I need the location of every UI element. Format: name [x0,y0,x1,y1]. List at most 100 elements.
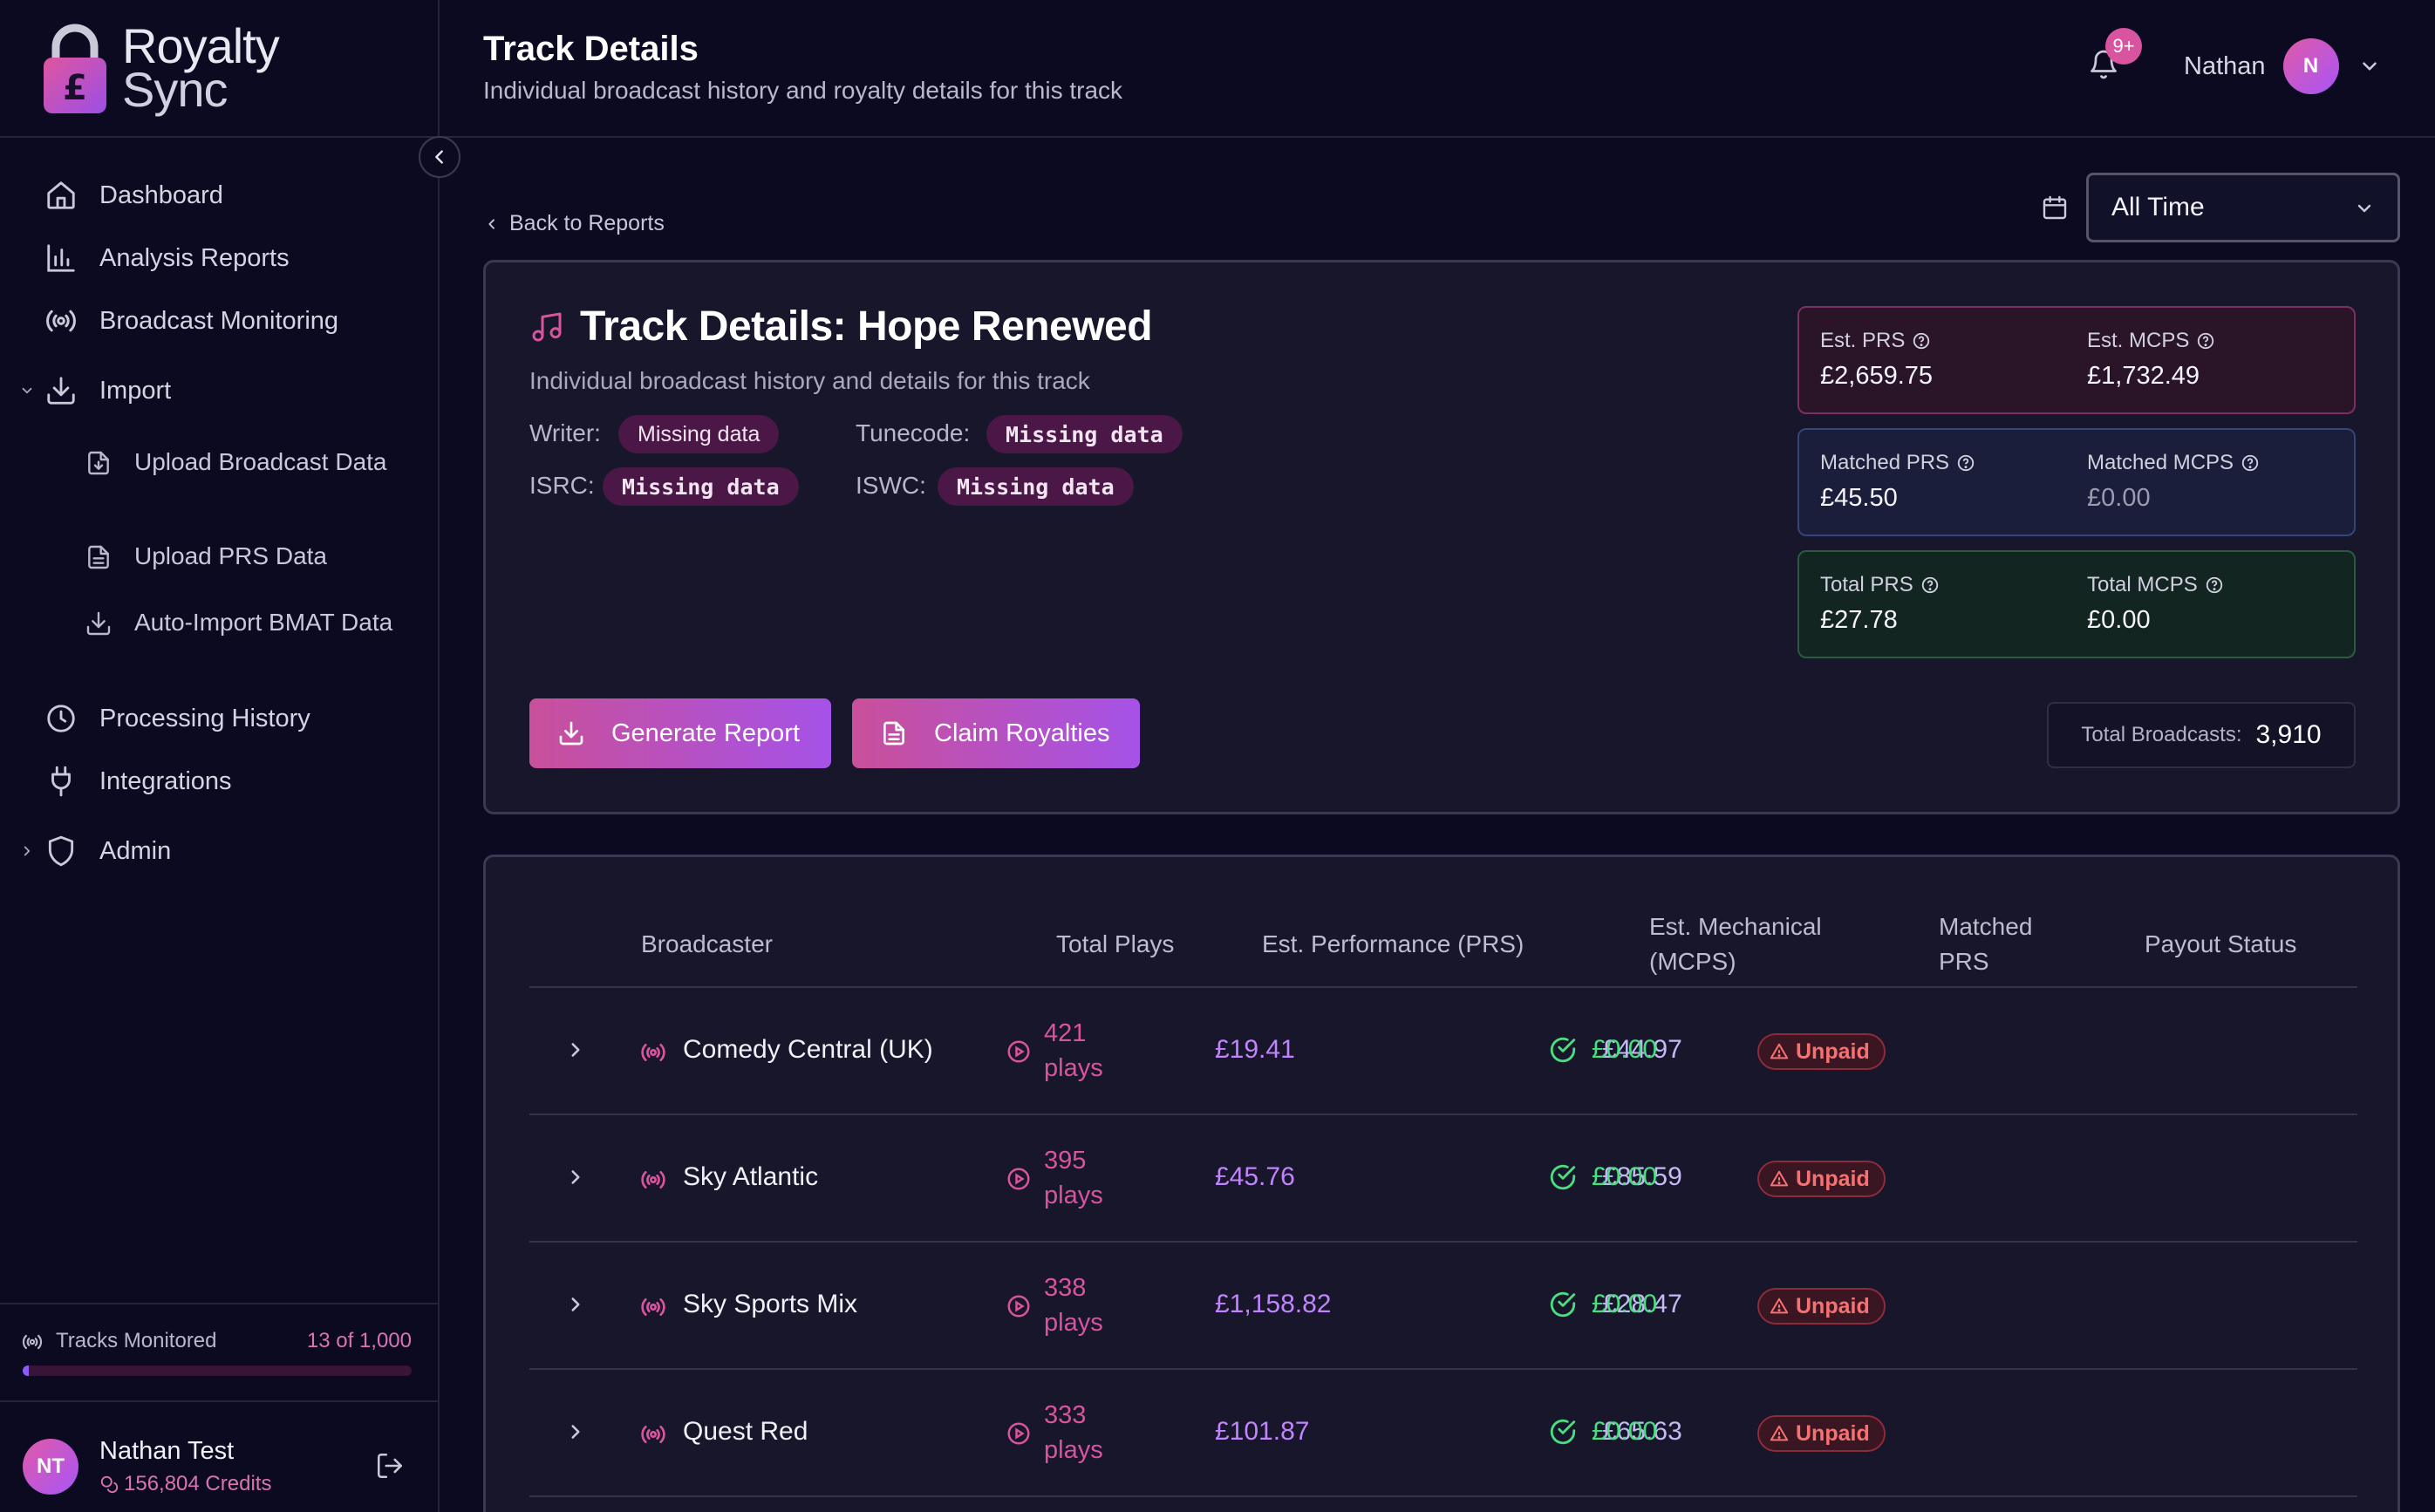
matched-prs-value: £0.00 [1592,1290,1658,1318]
total-prs-stat: Total PRS £27.78 [1820,573,1940,635]
table-row[interactable]: Sky Atlantic 395 plays £45.76 £85.59 £0.0… [529,1115,2357,1243]
column-header-matched-prs[interactable]: Matched PRS [1939,909,2032,979]
sidebar-item-admin[interactable]: Admin [0,827,440,875]
est-performance-value: £1,158.82 [1215,1290,1332,1318]
chevron-right-icon [571,1425,580,1439]
column-header-est-mechanical-line1: Est. Mechanical [1649,913,1822,940]
radio-icon [639,1293,667,1321]
generate-report-button[interactable]: Generate Report [529,698,831,768]
total-plays: 338 plays [1044,1274,1103,1337]
sidebar-item-label: Processing History [99,704,310,732]
svg-text:£: £ [63,68,87,108]
table-row[interactable]: Comedy Central (UK) 421 plays £19.41 £44.… [529,988,2357,1115]
total-mcps-stat: Total MCPS £0.00 [2087,573,2224,635]
help-icon [1957,454,1975,472]
column-header-total-plays[interactable]: Total Plays [1056,927,1174,962]
sidebar-item-integrations[interactable]: Integrations [0,757,440,806]
chevron-right-icon [571,1297,580,1311]
total-mcps-label: Total MCPS [2087,573,2198,596]
avatar: N [2282,38,2339,94]
tracks-progress-fill [23,1366,29,1376]
broadcaster-name: Comedy Central (UK) [683,1035,933,1064]
broadcaster-name: Sky Atlantic [683,1162,819,1191]
sidebar-item-import[interactable]: Import [0,366,440,415]
table-row[interactable]: Quest Red 333 plays £101.87 £65.63 £0.00 … [529,1370,2357,1497]
isrc-label: ISRC: [529,472,595,499]
est-mcps-stat: Est. MCPS £1,732.49 [2087,329,2215,391]
sidebar-item-label: Integrations [99,766,232,795]
help-icon [2241,454,2259,472]
sidebar-divider [0,136,438,138]
track-title: Track Details: Hope Renewed [580,303,1153,350]
play-icon [1006,1293,1032,1319]
file-text-icon [883,721,904,746]
file-download-icon [84,448,113,478]
sidebar-item-auto-import-bmat[interactable]: Auto-Import BMAT Data [0,605,440,675]
matched-prs-value: £0.00 [1592,1417,1658,1446]
user-menu[interactable]: Nathan N [2184,38,2381,94]
writer-label: Writer: [529,419,601,446]
notification-badge: 9+ [2105,28,2142,65]
app-logo[interactable]: £ Royalty Sync [42,18,280,117]
column-header-est-mechanical[interactable]: Est. Mechanical (MCPS) [1649,909,1822,979]
payout-status-badge: Unpaid [1757,1288,1886,1325]
claim-royalties-label: Claim Royalties [934,719,1110,747]
matched-royalties-box: Matched PRS £45.50 Matched MCPS £0.00 [1797,428,2356,536]
iswc-label: ISWC: [856,472,926,499]
avatar[interactable]: NT [23,1439,78,1495]
home-icon [44,178,78,213]
file-text-icon [84,542,113,572]
play-icon [1006,1420,1032,1447]
column-header-est-performance[interactable]: Est. Performance (PRS) [1262,927,1524,962]
app-name: Royalty Sync [122,18,280,117]
plug-icon [44,764,78,799]
expand-row-button[interactable] [564,1166,587,1188]
sidebar-item-broadcast-monitoring[interactable]: Broadcast Monitoring [0,296,440,345]
claim-royalties-button[interactable]: Claim Royalties [852,698,1140,768]
chevron-right-icon [571,1170,580,1184]
radio-icon [639,1039,667,1066]
writer-value-badge: Missing data [618,415,780,453]
lock-logo-icon: £ [42,21,108,115]
total-broadcasts-label: Total Broadcasts: [2081,723,2242,746]
chevron-right-icon[interactable] [19,843,35,859]
sidebar-item-upload-prs-data[interactable]: Upload PRS Data [0,539,440,577]
track-details-card: Track Details: Hope Renewed Individual b… [483,260,2400,814]
matched-prs-stat: Matched PRS £45.50 [1820,451,1975,513]
column-header-payout-status[interactable]: Payout Status [2145,927,2296,962]
user-name: Nathan Test [99,1437,235,1465]
calendar-icon [2041,194,2069,221]
chevron-down-icon[interactable] [19,383,35,398]
est-performance-value: £45.76 [1215,1162,1295,1191]
check-circle-icon [1548,1290,1578,1319]
expand-row-button[interactable] [564,1039,587,1061]
shield-icon [44,834,78,868]
download-icon [559,721,583,746]
alert-triangle-icon [1770,1297,1789,1314]
sidebar-item-analysis-reports[interactable]: Analysis Reports [0,234,440,283]
est-prs-stat: Est. PRS £2,659.75 [1820,329,1933,391]
alert-triangle-icon [1770,1043,1789,1059]
collapse-sidebar-button[interactable] [419,136,460,178]
iswc-value-badge: Missing data [938,467,1134,506]
estimated-royalties-box: Est. PRS £2,659.75 Est. MCPS £1,732.49 [1797,306,2356,414]
expand-row-button[interactable] [564,1420,587,1443]
track-description: Individual broadcast history and details… [529,367,1090,394]
back-to-reports-link[interactable]: Back to Reports [485,211,665,236]
isrc-value-badge: Missing data [603,467,799,506]
chevron-left-icon [435,150,443,164]
expand-row-button[interactable] [564,1293,587,1316]
time-period-select[interactable]: All Time [2086,173,2400,242]
column-header-broadcaster[interactable]: Broadcaster [641,927,773,962]
total-mcps-value: £0.00 [2087,606,2151,634]
est-prs-label: Est. PRS [1820,329,1906,352]
logout-button[interactable] [375,1451,405,1481]
sidebar-item-upload-broadcast-data[interactable]: Upload Broadcast Data [0,445,440,514]
sidebar-item-dashboard[interactable]: Dashboard [0,171,440,220]
radio-icon [639,1420,667,1448]
table-row[interactable]: Sky Sports Mix 338 plays £1,158.82 £28.47… [529,1243,2357,1370]
sidebar-item-processing-history[interactable]: Processing History [0,694,440,743]
user-credits-value: 156,804 Credits [124,1472,272,1495]
generate-report-label: Generate Report [611,719,801,747]
download-icon [44,373,78,408]
